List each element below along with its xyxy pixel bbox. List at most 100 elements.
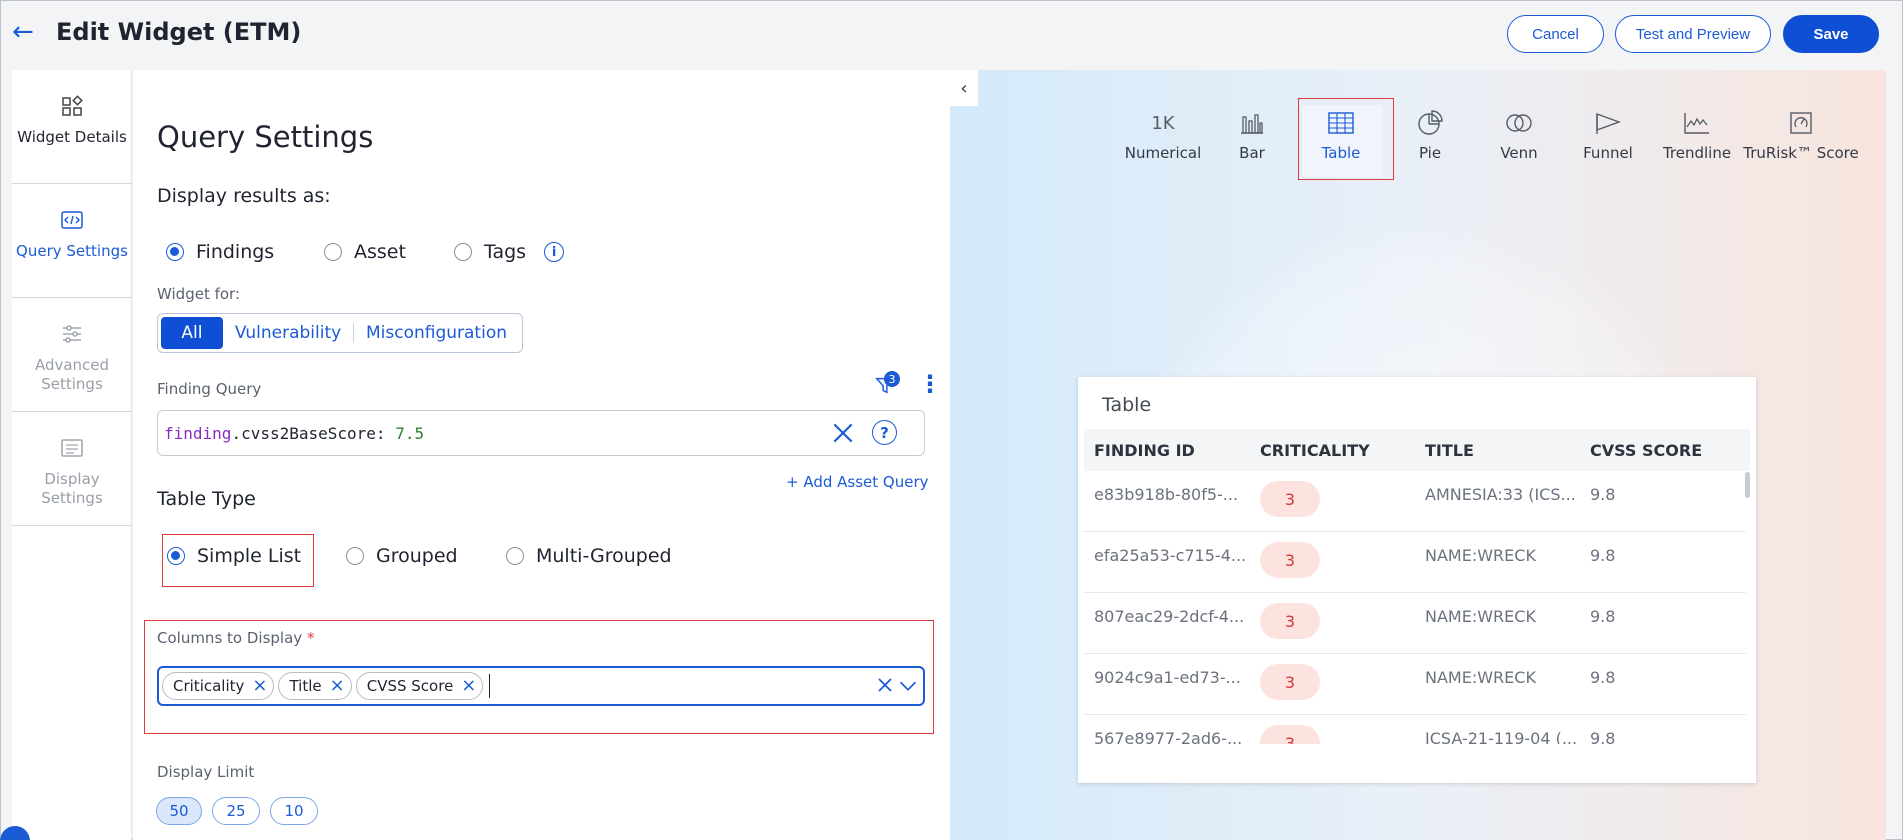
radio-label: Grouped bbox=[376, 545, 458, 567]
nav-item-label: Query Settings bbox=[16, 242, 128, 260]
table-row[interactable]: 807eac29-2dcf-4... 3 NAME:WRECK 9.8 bbox=[1084, 593, 1746, 654]
cell-title: AMNESIA:33 (ICS... bbox=[1425, 485, 1576, 504]
column-header-criticality[interactable]: CRITICALITY bbox=[1260, 441, 1370, 460]
display-settings-icon bbox=[61, 439, 83, 457]
widget-shapes-icon bbox=[62, 95, 83, 116]
chevron-down-icon[interactable] bbox=[899, 679, 917, 693]
venn-icon bbox=[1504, 108, 1534, 138]
nav-item-label: Advanced Settings bbox=[34, 356, 110, 393]
chip-cvss-score: CVSS Score × bbox=[355, 672, 484, 700]
chart-type-table[interactable]: Table bbox=[1296, 108, 1386, 172]
radio-label: Findings bbox=[196, 241, 275, 263]
clear-columns-icon[interactable] bbox=[876, 676, 894, 694]
more-options-icon[interactable]: ⋮ bbox=[918, 372, 942, 398]
help-icon[interactable]: ? bbox=[872, 420, 897, 445]
columns-multiselect[interactable]: Criticality × Title × CVSS Score × bbox=[157, 666, 925, 706]
radio-button[interactable] bbox=[324, 243, 342, 261]
table-row[interactable]: 9024c9a1-ed73-... 3 NAME:WRECK 9.8 bbox=[1084, 654, 1746, 715]
radio-grouped[interactable]: Grouped bbox=[346, 545, 458, 567]
cell-title: NAME:WRECK bbox=[1425, 546, 1536, 565]
cell-finding-id: 9024c9a1-ed73-... bbox=[1094, 668, 1241, 687]
radio-asset[interactable]: Asset bbox=[324, 241, 406, 263]
filter-count-badge: 3 bbox=[884, 371, 900, 387]
radio-button[interactable] bbox=[167, 547, 185, 565]
limit-option-50[interactable]: 50 bbox=[156, 797, 202, 825]
table-scrollbar[interactable] bbox=[1745, 472, 1750, 498]
widget-for-segmented: All Vulnerability Misconfiguration bbox=[157, 313, 523, 353]
radio-button[interactable] bbox=[454, 243, 472, 261]
table-icon bbox=[1328, 108, 1354, 138]
column-header-finding-id[interactable]: FINDING ID bbox=[1094, 441, 1195, 460]
radio-button[interactable] bbox=[506, 547, 524, 565]
nav-item-display-settings[interactable]: Display Settings bbox=[12, 412, 132, 526]
chart-type-pie[interactable]: Pie bbox=[1385, 108, 1475, 172]
remove-chip-icon[interactable]: × bbox=[461, 677, 476, 695]
chart-type-numerical[interactable]: 1K Numerical bbox=[1118, 108, 1208, 172]
chart-type-label: TruRisk™ Score bbox=[1743, 144, 1859, 162]
table-row[interactable]: efa25a53-c715-4... 3 NAME:WRECK 9.8 bbox=[1084, 532, 1746, 593]
chart-type-trurisk-score[interactable]: TruRisk™ Score bbox=[1741, 108, 1861, 172]
chip-criticality: Criticality × bbox=[162, 672, 275, 700]
radio-simple-list[interactable]: Simple List bbox=[167, 545, 301, 567]
add-asset-query-label: Add Asset Query bbox=[803, 473, 929, 491]
nav-item-query-settings[interactable]: Query Settings bbox=[12, 184, 132, 298]
column-header-cvss-score[interactable]: CVSS SCORE bbox=[1590, 441, 1702, 460]
trendline-icon bbox=[1683, 108, 1711, 138]
info-icon[interactable]: i bbox=[544, 242, 565, 262]
chip-label: Criticality bbox=[173, 677, 245, 695]
save-button[interactable]: Save bbox=[1783, 15, 1879, 53]
test-and-preview-button[interactable]: Test and Preview bbox=[1615, 15, 1771, 53]
sliders-icon bbox=[63, 325, 81, 343]
chip-label: CVSS Score bbox=[366, 677, 454, 695]
query-keyword: finding bbox=[164, 423, 232, 443]
cancel-button[interactable]: Cancel bbox=[1507, 15, 1604, 53]
nav-item-widget-details[interactable]: Widget Details bbox=[12, 70, 132, 184]
chart-type-label: Venn bbox=[1500, 144, 1538, 162]
table-row[interactable]: e83b918b-80f5-... 3 AMNESIA:33 (ICS... 9… bbox=[1084, 471, 1746, 532]
text-caret bbox=[489, 674, 491, 698]
criticality-badge: 3 bbox=[1260, 603, 1320, 639]
remove-chip-icon[interactable]: × bbox=[252, 677, 267, 695]
chart-type-funnel[interactable]: Funnel bbox=[1563, 108, 1653, 172]
add-asset-query-link[interactable]: + Add Asset Query bbox=[786, 473, 929, 491]
clear-query-icon[interactable] bbox=[830, 420, 856, 446]
radio-button[interactable] bbox=[346, 547, 364, 565]
columns-to-display-label: Columns to Display * bbox=[157, 629, 314, 647]
chart-type-trendline[interactable]: Trendline bbox=[1652, 108, 1742, 172]
table-type-label: Table Type bbox=[157, 488, 256, 510]
segment-all[interactable]: All bbox=[161, 317, 223, 349]
criticality-badge: 3 bbox=[1260, 725, 1320, 744]
code-icon bbox=[61, 211, 83, 229]
radio-tags[interactable]: Tags i bbox=[454, 241, 565, 263]
table-row[interactable]: 567e8977-2ad6-... 3 ICSA-21-119-04 (... … bbox=[1084, 715, 1746, 744]
radio-button[interactable] bbox=[166, 243, 184, 261]
column-header-title[interactable]: TITLE bbox=[1425, 441, 1474, 460]
settings-nav: Widget Details Query Settings Advanced S… bbox=[12, 70, 132, 840]
cell-cvss-score: 9.8 bbox=[1590, 668, 1616, 687]
remove-chip-icon[interactable]: × bbox=[330, 677, 345, 695]
required-mark: * bbox=[306, 629, 315, 647]
cell-finding-id: 807eac29-2dcf-4... bbox=[1094, 607, 1245, 626]
back-arrow-icon[interactable]: ← bbox=[12, 18, 42, 48]
radio-findings[interactable]: Findings bbox=[166, 241, 274, 263]
radio-label: Simple List bbox=[197, 545, 302, 567]
finding-query-input[interactable]: finding .cvss2BaseScore: 7.5 bbox=[157, 410, 925, 456]
segment-vulnerability[interactable]: Vulnerability bbox=[223, 323, 353, 343]
chart-type-bar[interactable]: Bar bbox=[1207, 108, 1297, 172]
segment-misconfiguration[interactable]: Misconfiguration bbox=[354, 323, 519, 343]
chart-type-venn[interactable]: Venn bbox=[1474, 108, 1564, 172]
pie-chart-icon bbox=[1417, 108, 1443, 138]
table-body[interactable]: e83b918b-80f5-... 3 AMNESIA:33 (ICS... 9… bbox=[1084, 471, 1750, 744]
nav-item-advanced-settings[interactable]: Advanced Settings bbox=[12, 298, 132, 412]
limit-option-10[interactable]: 10 bbox=[270, 797, 318, 825]
criticality-badge: 3 bbox=[1260, 664, 1320, 700]
chart-type-label: Table bbox=[1321, 144, 1361, 162]
collapse-panel-icon[interactable]: ‹ bbox=[950, 70, 978, 106]
limit-option-25[interactable]: 25 bbox=[212, 797, 260, 825]
funnel-icon bbox=[1595, 108, 1621, 138]
widget-for-label: Widget for: bbox=[157, 285, 241, 303]
radio-label: Multi-Grouped bbox=[536, 545, 672, 567]
radio-multi-grouped[interactable]: Multi-Grouped bbox=[506, 545, 672, 567]
nav-item-label: Widget Details bbox=[17, 128, 127, 146]
header: ← Edit Widget (ETM) Cancel Test and Prev… bbox=[0, 0, 1901, 68]
